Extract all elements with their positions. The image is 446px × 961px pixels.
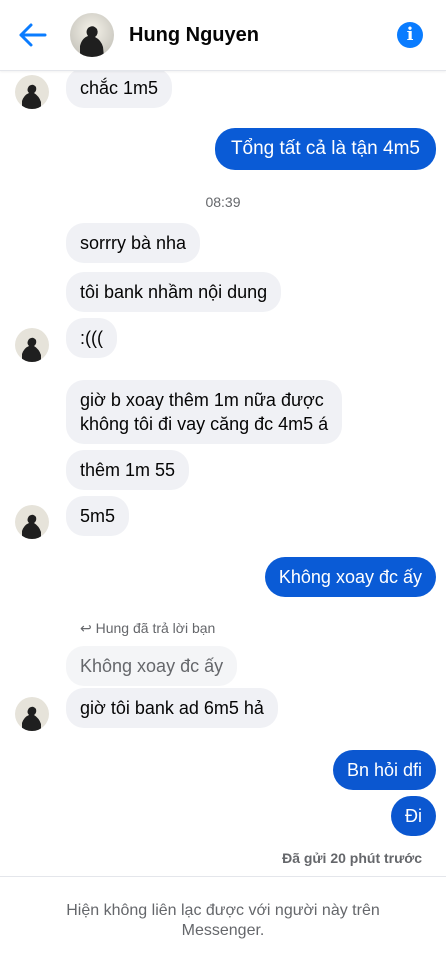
incoming-message[interactable]: giờ tôi bank ad 6m5 hả	[66, 688, 278, 728]
reply-note-text: Hung đã trả lời bạn	[95, 620, 216, 636]
sent-status: Đã gửi 20 phút trước	[282, 850, 422, 866]
incoming-message[interactable]: 5m5	[66, 496, 130, 536]
incoming-message[interactable]: tôi bank nhầm nội dung	[66, 272, 282, 312]
incoming-message[interactable]: :(((	[66, 318, 117, 358]
incoming-message[interactable]: chắc 1m5	[66, 68, 173, 108]
outgoing-message[interactable]: Đi	[391, 796, 436, 836]
outgoing-message[interactable]: Tổng tất cả là tận 4m5	[214, 128, 436, 170]
conversation-header: Hung Nguyen i	[0, 0, 446, 71]
unavailable-line: Messenger.	[181, 922, 265, 939]
incoming-message[interactable]: sorrry bà nha	[66, 223, 201, 263]
avatar[interactable]	[15, 697, 49, 731]
info-icon[interactable]: i	[397, 22, 423, 48]
unavailable-text: Hiện không liên lạc được với người này t…	[40, 901, 406, 941]
avatar[interactable]	[15, 75, 49, 109]
incoming-message[interactable]: giờ b xoay thêm 1m nữa được không tôi đi…	[66, 380, 343, 444]
avatar[interactable]	[15, 505, 49, 539]
avatar[interactable]	[15, 328, 49, 362]
reply-indicator: ↩ Hung đã trả lời bạn	[80, 620, 215, 637]
unavailable-line: Hiện không liên lạc được với người này t…	[66, 902, 380, 919]
arrow-left-icon[interactable]	[18, 22, 48, 48]
contact-name[interactable]: Hung Nguyen	[129, 24, 259, 47]
message-timestamp: 08:39	[205, 194, 241, 210]
message-line: không tôi đi vay căng đc 4m5 á	[80, 414, 329, 434]
composer-unavailable-notice: Hiện không liên lạc được với người này t…	[0, 876, 446, 961]
reply-icon: ↩	[80, 620, 92, 636]
avatar[interactable]	[70, 13, 114, 57]
outgoing-message[interactable]: Không xoay đc ấy	[264, 557, 436, 597]
message-line: giờ b xoay thêm 1m nữa được	[80, 390, 324, 410]
incoming-message[interactable]: thêm 1m 55	[66, 450, 190, 490]
quoted-message[interactable]: Không xoay đc ấy	[66, 646, 238, 686]
outgoing-message[interactable]: Bn hỏi dfi	[332, 750, 436, 790]
